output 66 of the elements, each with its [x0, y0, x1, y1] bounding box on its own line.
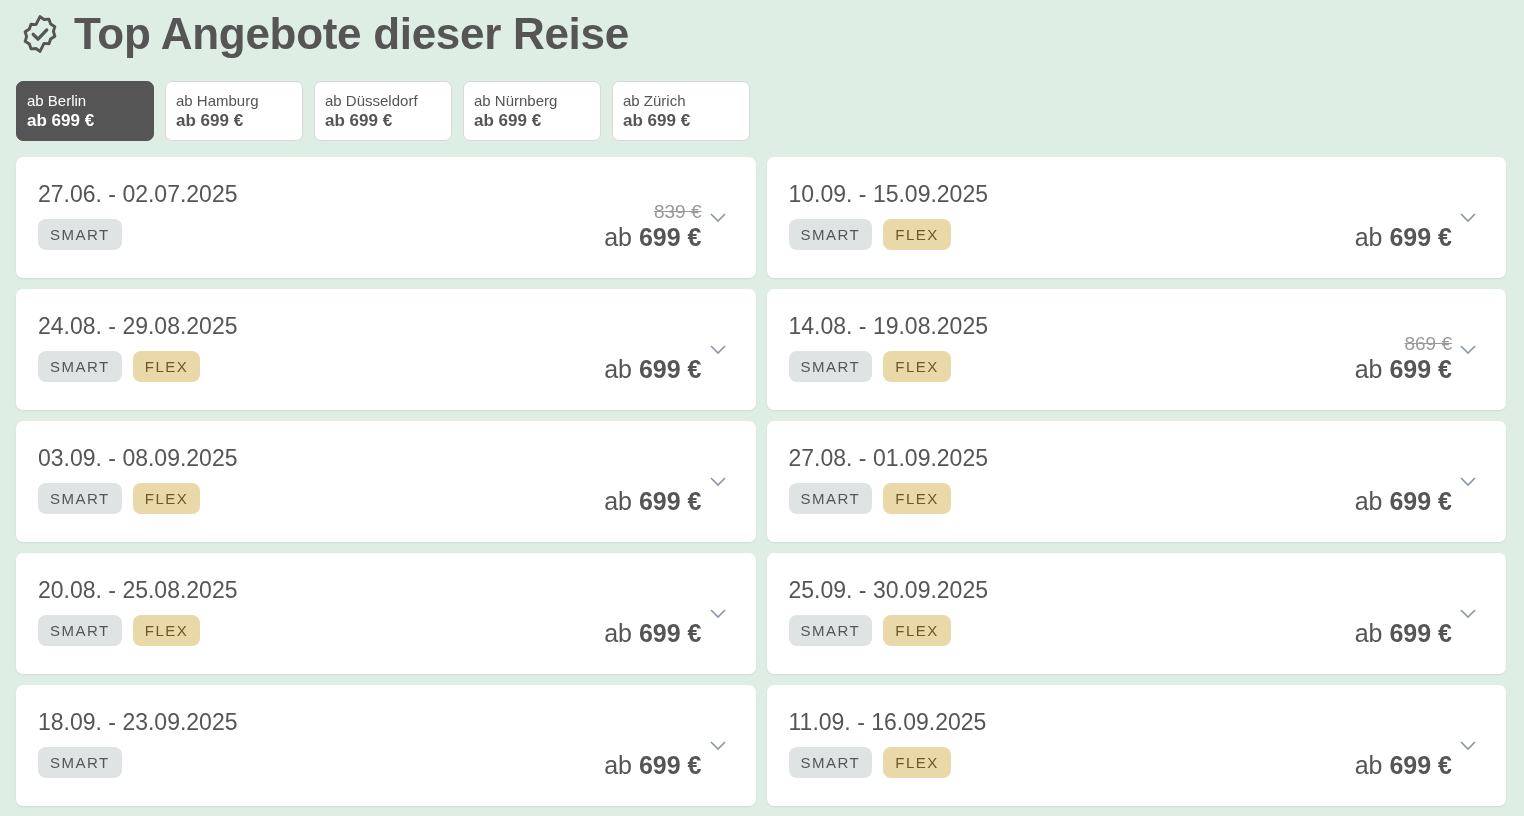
tariff-tag: SMART [788, 483, 873, 514]
date-range: 25.09. - 30.09.2025 [788, 577, 988, 604]
offer-card[interactable]: 14.08. - 19.08.2025 SMART FLEX 869 € ab 699 € [766, 289, 1506, 410]
tariff-tag: SMART [38, 483, 122, 514]
price: ab 699 € [1354, 223, 1452, 252]
offer-card[interactable]: 20.08. - 25.08.2025 SMART FLEX ab 699 € [16, 553, 756, 674]
price: ab 699 € [1354, 751, 1452, 780]
date-range: 24.08. - 29.08.2025 [38, 313, 238, 340]
tariff-tag: FLEX [883, 747, 951, 778]
tariff-tag: SMART [38, 747, 122, 778]
chevron-down-icon[interactable] [1460, 609, 1476, 619]
tariff-tag: SMART [38, 219, 122, 250]
offer-card[interactable]: 18.09. - 23.09.2025 SMART ab 699 € [16, 685, 756, 806]
departure-tab[interactable]: ab Düsseldorf ab 699 € [314, 81, 452, 141]
offer-card[interactable]: 24.08. - 29.08.2025 SMART FLEX ab 699 € [16, 289, 756, 410]
tariff-tag: FLEX [132, 483, 201, 514]
price: ab 699 € [1354, 355, 1452, 384]
date-range: 10.09. - 15.09.2025 [788, 181, 988, 208]
offer-card[interactable]: 25.09. - 30.09.2025 SMART FLEX ab 699 € [766, 553, 1506, 674]
offer-card[interactable]: 27.06. - 02.07.2025 SMART 839 € ab 699 € [16, 157, 756, 278]
price: ab 699 € [604, 223, 702, 252]
chevron-down-icon[interactable] [1460, 477, 1476, 487]
departure-tab[interactable]: ab Nürnberg ab 699 € [463, 81, 601, 141]
departure-tab[interactable]: ab Zürich ab 699 € [612, 81, 750, 141]
departure-tab[interactable]: ab Berlin ab 699 € [16, 81, 154, 141]
date-range: 03.09. - 08.09.2025 [38, 445, 238, 472]
price: ab 699 € [604, 355, 702, 384]
date-range: 11.09. - 16.09.2025 [788, 709, 987, 736]
tariff-tag: FLEX [883, 351, 951, 382]
tariff-tag: FLEX [883, 615, 951, 646]
date-range: 27.06. - 02.07.2025 [38, 181, 238, 208]
price: ab 699 € [604, 487, 702, 516]
tariff-tag: FLEX [883, 219, 951, 250]
chevron-down-icon[interactable] [1460, 345, 1476, 355]
price: ab 699 € [604, 751, 702, 780]
tariff-tag: SMART [788, 615, 873, 646]
date-range: 20.08. - 25.08.2025 [38, 577, 238, 604]
departure-tab[interactable]: ab Hamburg ab 699 € [165, 81, 303, 141]
chevron-down-icon[interactable] [709, 741, 726, 751]
date-range: 18.09. - 23.09.2025 [38, 709, 238, 736]
chevron-down-icon[interactable] [709, 345, 726, 355]
chevron-down-icon[interactable] [709, 477, 726, 487]
old-price: 869 € [1404, 333, 1452, 355]
chevron-down-icon[interactable] [709, 213, 726, 223]
tariff-tag: SMART [38, 615, 122, 646]
offer-card[interactable]: 11.09. - 16.09.2025 SMART FLEX ab 699 € [766, 685, 1506, 806]
price: ab 699 € [1354, 487, 1452, 516]
tariff-tag: SMART [788, 351, 873, 382]
tariff-tag: SMART [788, 747, 873, 778]
tariff-tag: FLEX [883, 483, 951, 514]
tariff-tag: SMART [788, 219, 873, 250]
chevron-down-icon[interactable] [1460, 213, 1476, 223]
date-range: 27.08. - 01.09.2025 [788, 445, 988, 472]
offer-card[interactable]: 10.09. - 15.09.2025 SMART FLEX ab 699 € [766, 157, 1506, 278]
tariff-tag: FLEX [132, 351, 201, 382]
price: ab 699 € [604, 619, 702, 648]
chevron-down-icon[interactable] [1460, 741, 1476, 751]
tariff-tag: FLEX [132, 615, 201, 646]
offer-card[interactable]: 27.08. - 01.09.2025 SMART FLEX ab 699 € [766, 421, 1506, 542]
price: ab 699 € [1354, 619, 1452, 648]
date-range: 14.08. - 19.08.2025 [788, 313, 988, 340]
chevron-down-icon[interactable] [709, 609, 726, 619]
old-price: 839 € [653, 201, 702, 223]
tariff-tag: SMART [38, 351, 122, 382]
page-title: Top Angebote dieser Reise [74, 9, 629, 59]
offer-card[interactable]: 03.09. - 08.09.2025 SMART FLEX ab 699 € [16, 421, 756, 542]
